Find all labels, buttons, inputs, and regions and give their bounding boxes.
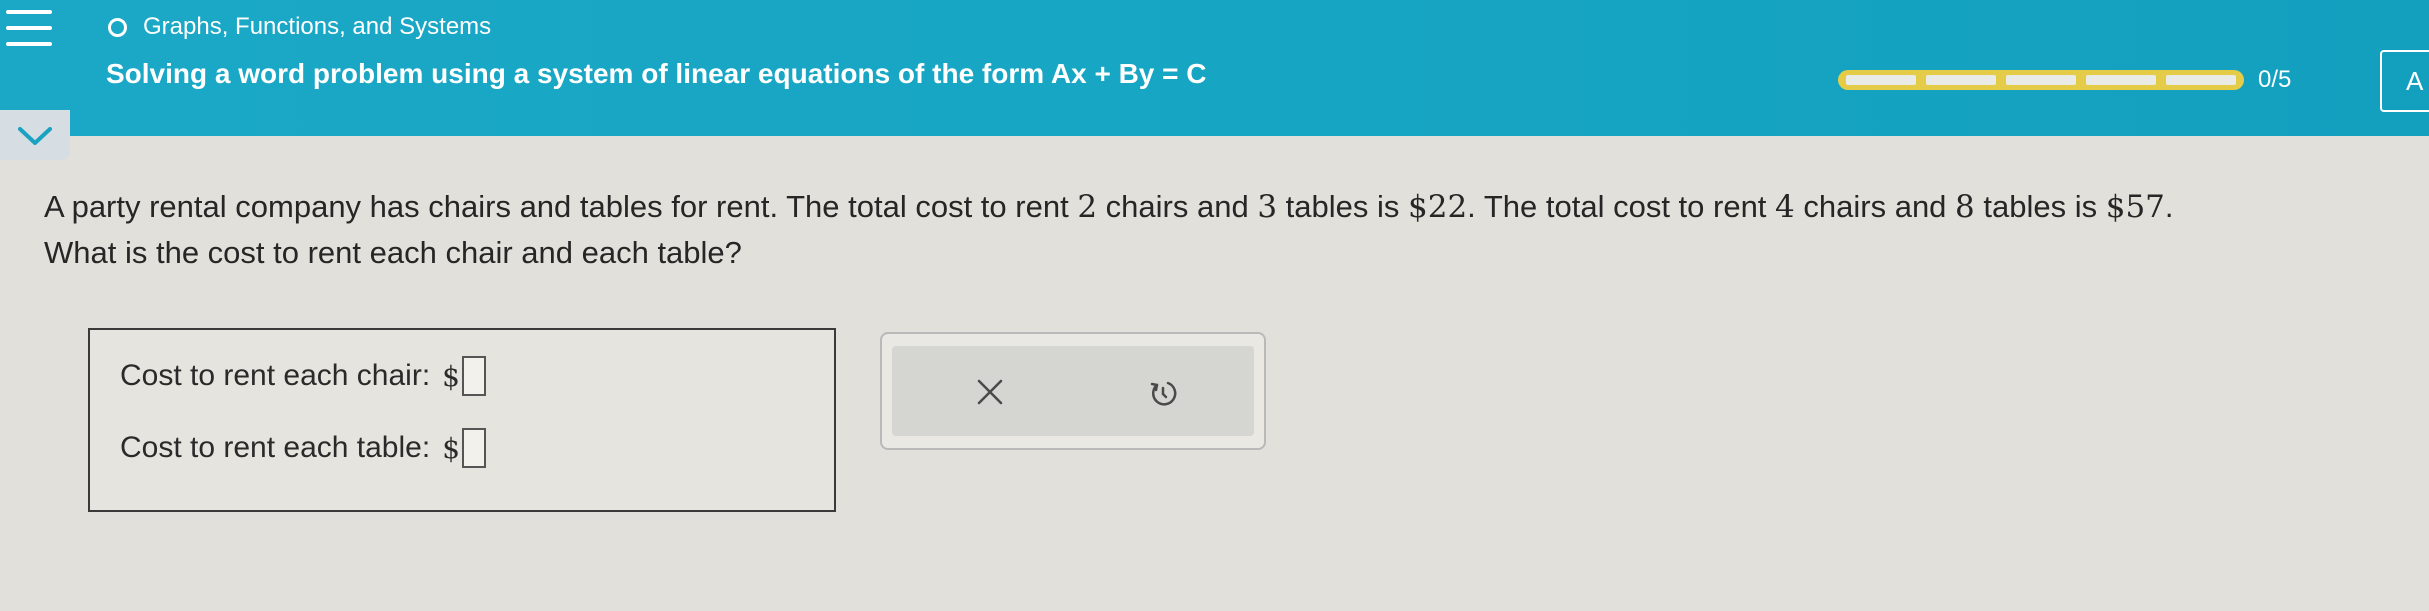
progress-segments bbox=[1846, 75, 2236, 85]
chairs-count-2: 4 bbox=[1775, 189, 1795, 225]
progress-segment bbox=[2006, 75, 2076, 85]
collapse-toggle-button[interactable] bbox=[0, 110, 70, 160]
chair-cost-label: Cost to rent each chair: bbox=[120, 359, 431, 392]
chairs-count-1: 2 bbox=[1077, 189, 1098, 225]
menu-icon-line bbox=[6, 42, 52, 46]
reset-button[interactable] bbox=[1134, 364, 1190, 420]
menu-icon-line bbox=[6, 10, 52, 14]
undo-icon bbox=[1150, 381, 1177, 406]
dollar-sign: $ bbox=[442, 431, 461, 465]
topic-breadcrumb: Graphs, Functions, and Systems bbox=[108, 12, 491, 42]
chevron-down-icon bbox=[18, 127, 52, 145]
clear-button[interactable] bbox=[962, 364, 1018, 420]
x-icon bbox=[977, 379, 1003, 405]
question-text: A party rental company has chairs and ta… bbox=[44, 184, 2404, 276]
menu-icon-line bbox=[6, 26, 52, 30]
question-line-1: A party rental company has chairs and ta… bbox=[44, 189, 2174, 225]
table-cost-input[interactable] bbox=[462, 428, 487, 468]
answer-box: Cost to rent each chair: $ Cost to rent … bbox=[88, 328, 836, 512]
tables-count-2: 8 bbox=[1955, 189, 1975, 225]
topic-label: Graphs, Functions, and Systems bbox=[143, 13, 492, 40]
chair-answer-row: Cost to rent each chair: $ bbox=[120, 356, 486, 396]
progress-segment bbox=[2086, 75, 2156, 85]
table-answer-row: Cost to rent each table: $ bbox=[120, 428, 487, 468]
action-panel bbox=[880, 332, 1266, 450]
action-panel-inner bbox=[892, 346, 1254, 436]
total-cost-2: $57 bbox=[2105, 189, 2165, 225]
progress-segment bbox=[1846, 75, 1916, 85]
tables-count-1: 3 bbox=[1257, 189, 1278, 225]
progress-segment bbox=[2166, 75, 2236, 85]
menu-button[interactable] bbox=[0, 0, 60, 62]
chair-cost-input[interactable] bbox=[461, 356, 486, 396]
progress-count: 0/5 bbox=[2258, 66, 2292, 93]
question-line-2: What is the cost to rent each chair and … bbox=[44, 235, 742, 270]
progress-segment bbox=[1926, 75, 1996, 85]
table-cost-label: Cost to rent each table: bbox=[120, 431, 431, 464]
account-initial: A bbox=[2406, 66, 2424, 96]
dollar-sign: $ bbox=[442, 359, 460, 393]
progress-bar bbox=[1838, 70, 2244, 90]
total-cost-1: $22 bbox=[1408, 189, 1468, 225]
account-button[interactable]: A bbox=[2380, 50, 2429, 112]
top-bar: Graphs, Functions, and Systems Solving a… bbox=[0, 0, 2429, 136]
topic-circle-icon bbox=[108, 17, 127, 37]
lesson-title: Solving a word problem using a system of… bbox=[106, 58, 1207, 89]
